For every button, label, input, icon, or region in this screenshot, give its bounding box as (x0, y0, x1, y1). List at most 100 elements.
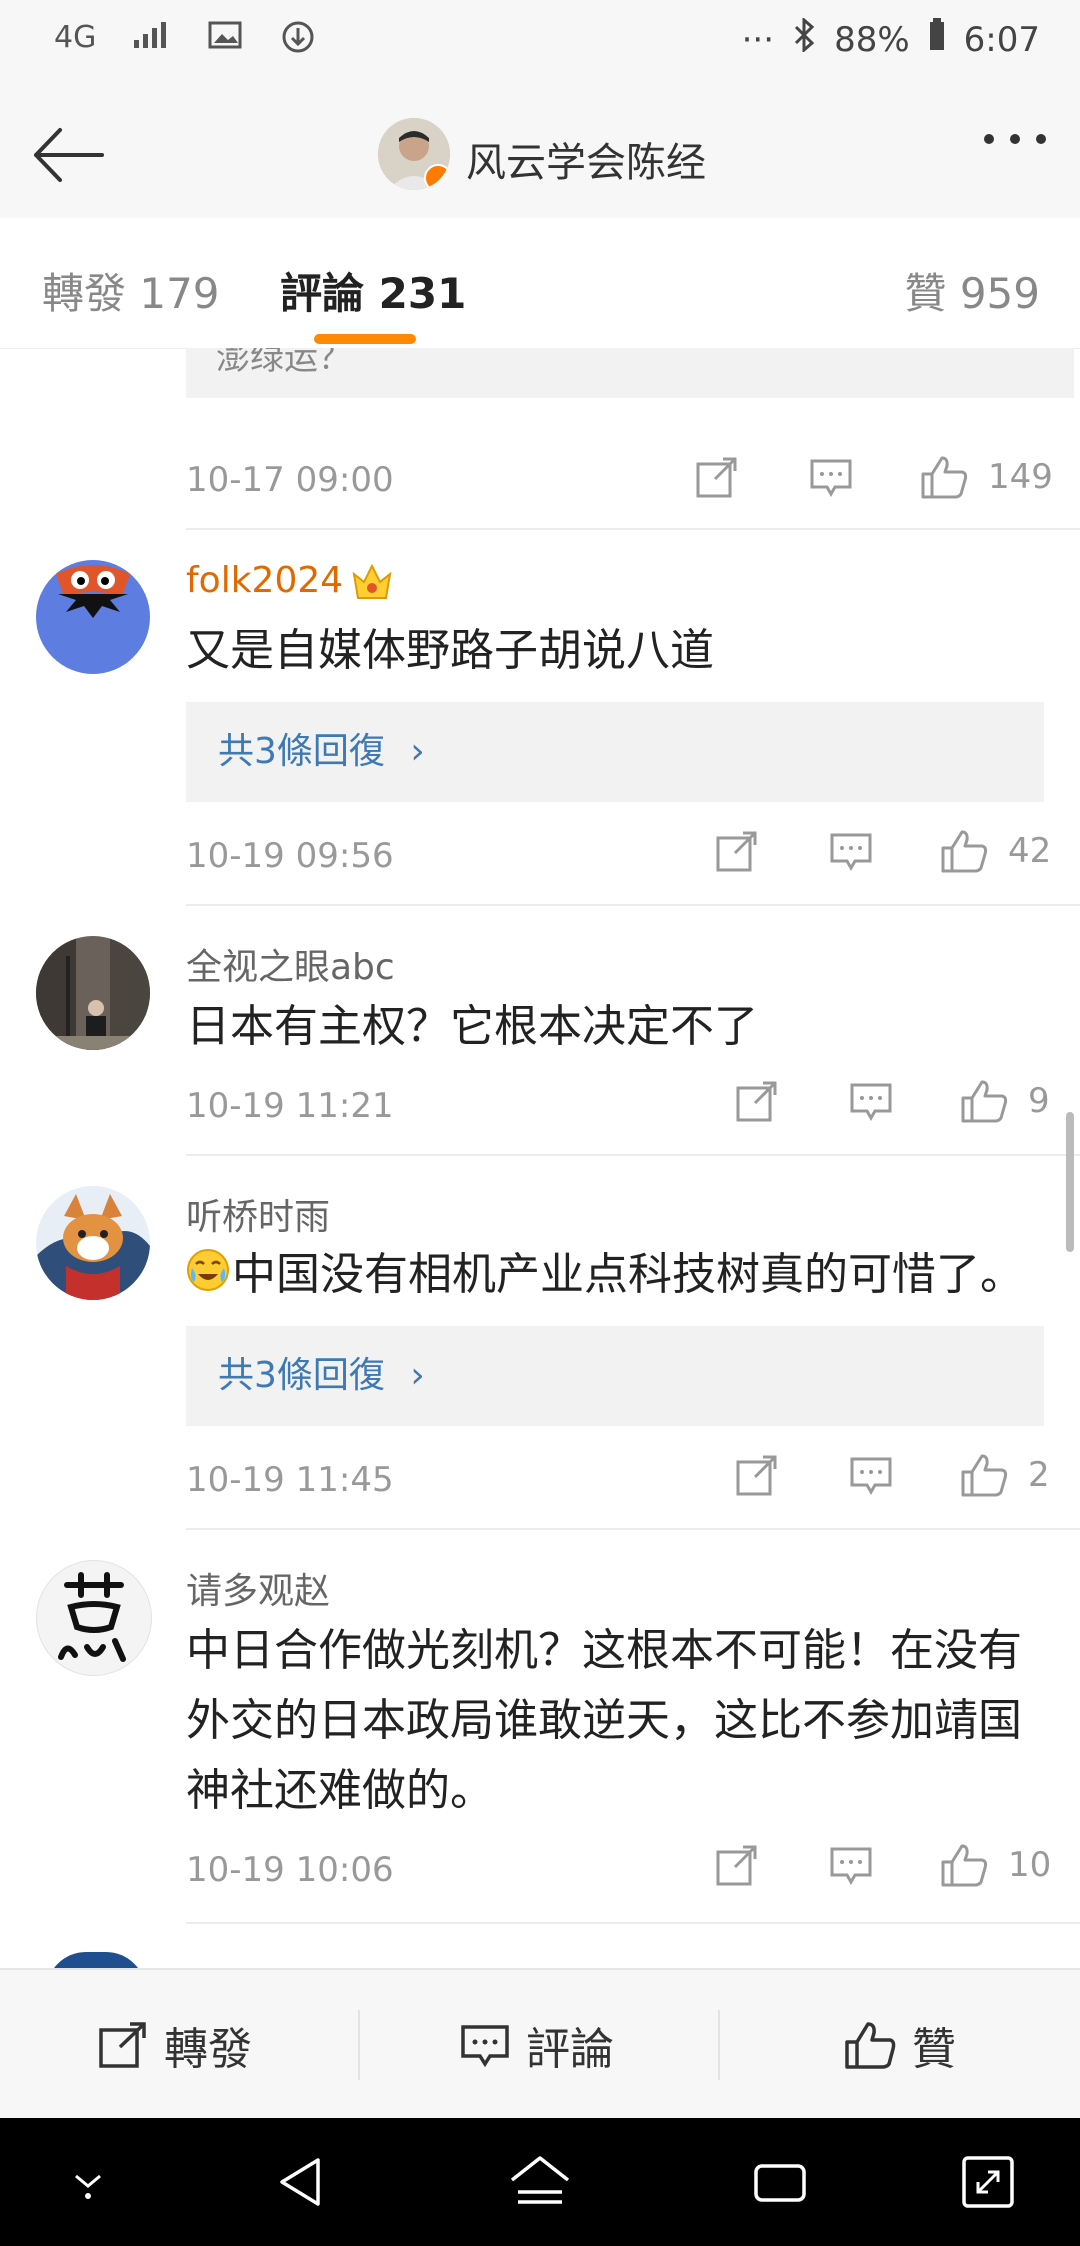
repost-bottom-button[interactable]: 轉發 (98, 1970, 252, 2120)
username[interactable]: 请多观赵 (186, 1562, 330, 1614)
repost-button[interactable] (730, 1076, 784, 1126)
comment-actions: 42 (710, 826, 1051, 876)
repost-icon (716, 1845, 757, 1886)
battery-icon (928, 18, 946, 61)
hide-keyboard-button[interactable] (58, 2152, 118, 2212)
comment-time: 10-19 09:56 (186, 836, 394, 876)
like-bottom-button[interactable]: 贊 (844, 1970, 956, 2120)
username[interactable]: 听桥时雨 (186, 1188, 330, 1240)
comment-button[interactable] (804, 452, 858, 502)
repost-icon (696, 457, 737, 498)
comment-list[interactable]: 澎绿运？ 10-17 09:00 149 folk2024 又是自媒体野路子胡说… (0, 348, 1080, 1968)
comment-bottom-button[interactable]: 評論 (460, 1970, 614, 2120)
replies-link[interactable]: 共3條回復 › (186, 1326, 1044, 1426)
comment-actions: 9 (730, 1076, 1050, 1126)
comment-time: 10-19 11:21 (186, 1086, 394, 1126)
like-button[interactable] (958, 1450, 1012, 1500)
like-count: 42 (1008, 831, 1052, 871)
recents-nav-button[interactable] (750, 2152, 810, 2212)
back-button[interactable] (28, 120, 108, 190)
tab-reposts[interactable]: 轉發 179 (42, 260, 220, 321)
back-arrow-icon (34, 128, 104, 182)
replies-link[interactable]: 共3條回復 › (186, 702, 1044, 802)
status-bar: 4G ··· 88% 6:07 (0, 0, 1080, 90)
quoted-text-remnant: 澎绿运？ (186, 348, 1074, 398)
comment-button[interactable] (824, 1840, 878, 1890)
back-nav-button[interactable] (272, 2152, 332, 2212)
page-title: 风云学会陈经 (466, 140, 706, 186)
thumbs-up-icon (961, 1454, 1008, 1497)
like-button[interactable] (918, 452, 972, 502)
home-nav-button[interactable] (508, 2152, 570, 2212)
repost-button[interactable] (710, 826, 764, 876)
repost-button[interactable] (730, 1450, 784, 1500)
comment-button[interactable] (844, 1076, 898, 1126)
street-photo-avatar-icon (36, 936, 150, 1050)
tab-comments[interactable]: 評論 231 (280, 260, 466, 321)
comment-time: 10-19 11:45 (186, 1460, 394, 1500)
like-button[interactable] (938, 1840, 992, 1890)
status-left-icons: 4G (54, 20, 316, 62)
chevron-down-dot-icon (75, 2174, 101, 2199)
repost-icon (716, 831, 757, 872)
comment-time: 10-19 10:06 (186, 1850, 394, 1890)
signal-icon (132, 20, 172, 62)
comment-icon (830, 1847, 872, 1886)
comment-text: 中日合作做光刻机？这根本不可能！在没有 外交的日本政局谁敢逆天，这比不参加靖国 … (186, 1616, 1022, 1826)
comment-text-line: 中日合作做光刻机？这根本不可能！在没有 (186, 1625, 1022, 1676)
recents-icon (754, 2164, 806, 2202)
dot-icon (984, 134, 994, 144)
separator (718, 2010, 720, 2080)
thumbs-up-icon (921, 456, 968, 499)
like-button[interactable] (958, 1076, 1012, 1126)
comment-button[interactable] (844, 1450, 898, 1500)
replies-count: 共3條回復 (218, 731, 385, 772)
comment-actions: 2 (730, 1450, 1050, 1500)
fox-cartoon-avatar-icon (36, 1186, 150, 1300)
thumbs-up-icon (941, 1844, 988, 1887)
active-tab-indicator (314, 334, 416, 344)
bottom-action-bar: 轉發 評論 贊 (0, 1968, 1080, 2120)
avatar[interactable] (36, 560, 150, 674)
verified-badge (424, 164, 450, 190)
like-count: 10 (1008, 1845, 1052, 1885)
back-triangle-icon (280, 2158, 320, 2206)
scrollbar[interactable] (1066, 1112, 1074, 1252)
thumbs-up-icon (941, 830, 988, 873)
thumbs-up-icon (961, 1080, 1008, 1123)
tab-likes[interactable]: 贊 959 (904, 260, 1040, 321)
avatar[interactable] (36, 1560, 152, 1676)
like-button[interactable] (938, 826, 992, 876)
username[interactable]: 全视之眼abc (186, 938, 395, 990)
dot-icon (1036, 134, 1046, 144)
avatar[interactable] (46, 1952, 146, 1968)
comment-text: 日本有主权？它根本决定不了 (186, 1001, 758, 1052)
download-icon (280, 20, 316, 62)
author-avatar[interactable] (378, 118, 450, 190)
like-count: 2 (1028, 1455, 1050, 1495)
divider (186, 904, 1080, 906)
repost-button[interactable] (690, 452, 744, 502)
repost-button[interactable] (710, 1840, 764, 1890)
avatar[interactable] (36, 936, 150, 1050)
comment-icon (830, 833, 872, 872)
separator (358, 2010, 360, 2080)
bluetooth-icon (792, 16, 816, 61)
comment-text-line: 神社还难做的。 (186, 1765, 494, 1816)
chevron-right-icon: › (410, 1355, 425, 1396)
comment-button[interactable] (824, 826, 878, 876)
battery-text: 88% (834, 19, 910, 60)
repost-icon (736, 1455, 777, 1496)
like-label: 贊 (912, 2024, 956, 2075)
header: 风云学会陈经 (0, 90, 1080, 220)
expand-nav-button[interactable] (958, 2152, 1018, 2212)
more-options-button[interactable] (984, 134, 1046, 144)
divider (186, 1528, 1080, 1530)
angry-bird-avatar-icon (36, 560, 150, 674)
avatar[interactable] (36, 1186, 150, 1300)
like-count: 9 (1028, 1081, 1050, 1121)
comment-actions: 149 (690, 452, 1053, 502)
comment-icon (850, 1083, 892, 1122)
username[interactable]: folk2024 (186, 560, 343, 601)
expand-arrows-icon (962, 2156, 1014, 2208)
